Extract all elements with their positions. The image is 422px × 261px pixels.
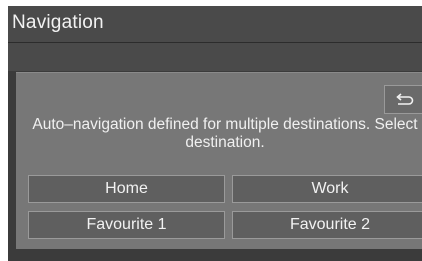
favourite-1-button[interactable]: Favourite 1 xyxy=(28,211,225,239)
back-arrow-icon xyxy=(394,92,414,107)
home-button[interactable]: Home xyxy=(28,175,225,203)
work-button-label: Work xyxy=(311,180,349,197)
favourite-1-button-label: Favourite 1 xyxy=(86,216,167,233)
bottom-bar xyxy=(8,249,422,261)
dialog-message-line2: destination. xyxy=(185,134,265,151)
destination-dialog: Auto–navigation defined for multiple des… xyxy=(16,72,422,250)
home-button-label: Home xyxy=(105,180,148,197)
favourite-2-button-label: Favourite 2 xyxy=(289,216,371,233)
work-button[interactable]: Work xyxy=(232,175,422,203)
dialog-message: Auto–navigation defined for multiple des… xyxy=(20,116,422,152)
nav-screen: Navigation Auto–navigation defined for m… xyxy=(8,6,422,261)
favourite-2-button[interactable]: Favourite 2 xyxy=(232,211,422,239)
page-title: Navigation xyxy=(12,12,104,33)
dialog-message-line1: Auto–navigation defined for multiple des… xyxy=(32,116,418,133)
title-bar: Navigation xyxy=(8,6,422,43)
header-strip xyxy=(8,43,422,71)
back-button[interactable] xyxy=(384,85,422,114)
